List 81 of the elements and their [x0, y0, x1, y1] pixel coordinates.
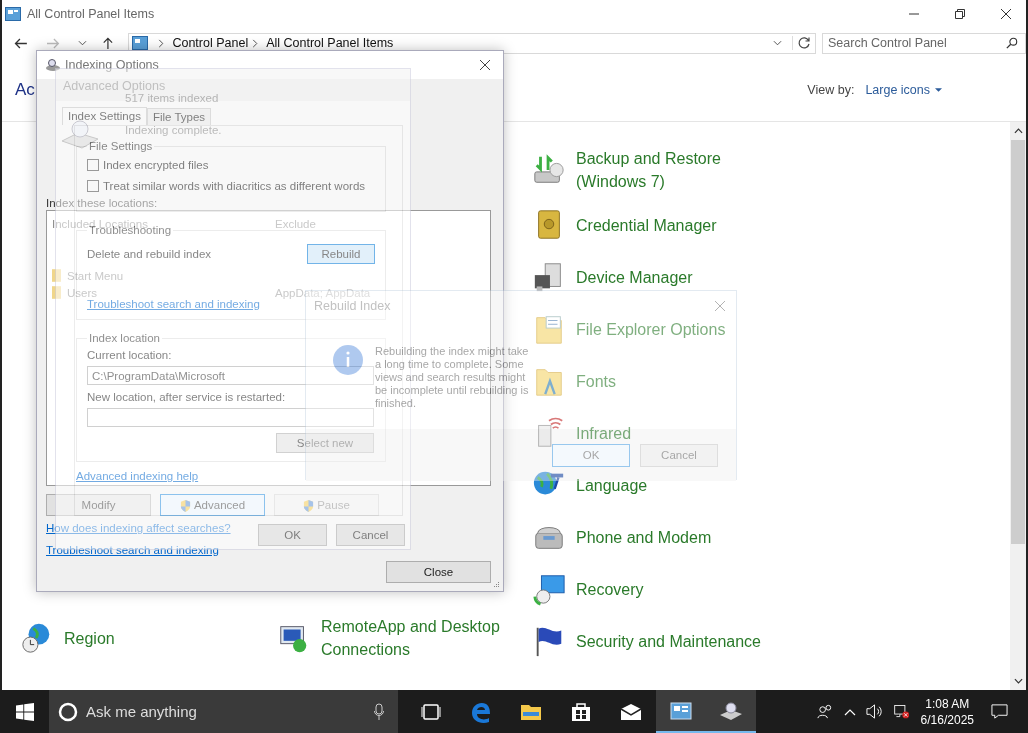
back-arrow-icon[interactable] — [14, 36, 28, 50]
control-panel-link[interactable]: Security and Maintenance — [576, 629, 761, 653]
resize-grip-icon[interactable] — [492, 580, 500, 588]
speaker-icon[interactable] — [865, 703, 883, 720]
rebuild-text: Delete and rebuild index — [87, 248, 212, 260]
dialog-button[interactable]: Cancel — [336, 524, 405, 546]
monitor-icon — [532, 572, 566, 606]
control-panel-icon — [5, 7, 21, 21]
help-link[interactable]: Advanced indexing help — [76, 470, 199, 482]
breadcrumb[interactable]: Control Panel — [172, 36, 249, 50]
clock-date[interactable]: 6/16/2025 — [920, 711, 974, 728]
control-panel-link[interactable]: Region — [64, 626, 115, 650]
shield-icon — [179, 498, 191, 512]
control-panel-link[interactable]: Infrared — [576, 421, 632, 445]
checkbox[interactable] — [87, 158, 99, 171]
chevron-right-icon — [252, 38, 259, 48]
dialog-button[interactable]: OK — [258, 524, 327, 546]
dialog-button[interactable]: Modify — [46, 494, 151, 516]
info-icon — [333, 345, 363, 375]
microphone-icon[interactable] — [374, 702, 384, 721]
rebuild-button[interactable]: Rebuild — [307, 244, 375, 264]
breadcrumb[interactable]: All Control Panel Items — [266, 36, 394, 50]
magnifier-drive-icon — [45, 58, 61, 72]
network-error-icon[interactable] — [892, 703, 910, 720]
help-link[interactable]: Troubleshoot search and indexing — [46, 544, 219, 556]
control-panel-link[interactable]: Language — [576, 473, 648, 497]
dialog-title: Rebuild Index — [314, 299, 391, 313]
control-panel-icon[interactable] — [656, 690, 706, 733]
people-icon[interactable] — [816, 703, 834, 720]
field-label: Current location: — [87, 349, 173, 363]
magnifier-drive-icon[interactable] — [706, 690, 756, 733]
control-panel-link[interactable]: Credential Manager — [576, 213, 717, 237]
control-panel-link[interactable]: Backup and Restore (Windows 7) — [576, 147, 776, 193]
troubleshoot-link[interactable]: Troubleshoot search and indexing — [87, 298, 260, 310]
control-panel-link[interactable]: Device Manager — [576, 265, 693, 289]
dialog-title: Indexing Options — [65, 58, 159, 72]
folder-icon — [52, 286, 61, 299]
page-heading: Ac — [15, 79, 35, 100]
chevron-down-icon[interactable] — [77, 40, 87, 46]
caret-icon — [935, 87, 942, 92]
dialog-button[interactable]: Advanced — [160, 494, 265, 516]
item-count: 517 items indexed — [125, 92, 220, 104]
close-icon[interactable] — [1000, 8, 1012, 20]
start-icon[interactable] — [16, 702, 34, 721]
search-field[interactable]: Search Control Panel — [822, 32, 1026, 54]
close-icon[interactable] — [479, 59, 491, 71]
control-panel-link[interactable]: File Explorer Options — [576, 317, 726, 341]
control-panel-link[interactable]: Phone and Modem — [576, 525, 712, 549]
checkbox[interactable] — [87, 179, 99, 192]
view-by-dropdown[interactable]: Large icons — [865, 82, 942, 97]
restore-icon[interactable] — [954, 8, 966, 20]
notifications-icon[interactable] — [991, 703, 1008, 720]
scrollbar[interactable] — [1010, 122, 1026, 690]
cortana-icon — [58, 701, 78, 722]
tab[interactable]: File Types — [146, 108, 212, 125]
search-field[interactable]: Ask me anything — [49, 690, 398, 733]
clock-time[interactable]: 1:08 AM — [925, 695, 970, 712]
window-title: All Control Panel Items — [27, 7, 155, 21]
group-title: File Settings — [88, 140, 154, 152]
scrollbar-thumb[interactable] — [1011, 140, 1025, 544]
scroll-down-icon[interactable] — [1013, 678, 1023, 684]
refresh-icon[interactable] — [792, 36, 811, 50]
shield-icon — [303, 498, 315, 512]
locations-label: Index these locations: — [46, 196, 158, 210]
checkbox-label: Treat similar words with diacritics as different words — [103, 179, 366, 192]
status-text: Indexing complete. — [125, 124, 222, 136]
search-icon — [1006, 36, 1018, 49]
control-panel-link[interactable]: RemoteApp and Desktop Connections — [321, 615, 521, 661]
chevron-right-icon — [158, 38, 165, 48]
scroll-up-icon[interactable] — [1013, 128, 1023, 134]
chevron-down-icon[interactable] — [773, 40, 782, 46]
group-title: Index location — [88, 332, 161, 344]
view-by-label: View by: — [807, 82, 855, 97]
control-panel-link[interactable]: Fonts — [576, 369, 616, 393]
folder-icon — [52, 269, 61, 282]
checkbox-label: Index encrypted files — [103, 158, 209, 171]
field-label: New location, after service is restarted: — [87, 391, 287, 405]
chevron-up-icon[interactable] — [843, 707, 856, 716]
tab[interactable]: Index Settings — [62, 107, 147, 125]
close-button[interactable]: Close — [386, 561, 491, 583]
control-panel-link[interactable]: Recovery — [576, 577, 644, 601]
